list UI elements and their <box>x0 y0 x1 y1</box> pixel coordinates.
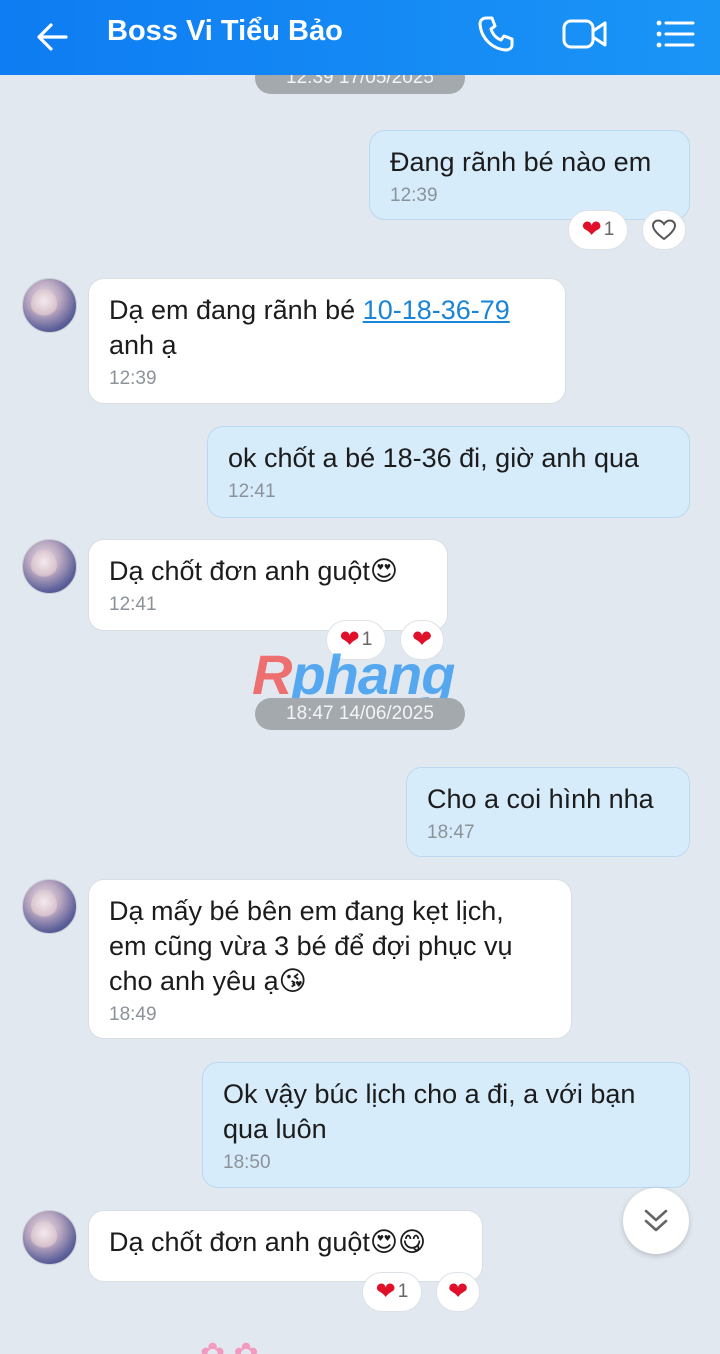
message-time: 12:41 <box>109 594 157 615</box>
message-text: ok chốt a bé 18-36 đi, giờ anh qua <box>228 443 639 473</box>
message-text: Dạ mấy bé bên em đang kẹt lịch, em cũng … <box>109 896 513 996</box>
message-text-part: Dạ em đang rãnh bé <box>109 295 363 325</box>
heart-icon: ❤ <box>447 1278 469 1305</box>
message-bubble-incoming[interactable]: Dạ mấy bé bên em đang kẹt lịch, em cũng … <box>88 879 572 1039</box>
date-separator: 18:47 14/06/2025 <box>255 698 465 730</box>
message-bubble-incoming[interactable]: Dạ em đang rãnh bé 10-18-36-79 anh ạ 12:3… <box>88 278 566 404</box>
heart-outline-icon <box>651 219 677 241</box>
react-button[interactable]: ❤ <box>436 1272 480 1312</box>
message-time: 12:39 <box>109 368 157 389</box>
chat-header: Boss Vi Tiểu Bảo <box>0 0 720 75</box>
avatar[interactable] <box>22 879 77 934</box>
message-text: Đang rãnh bé nào em <box>390 147 652 177</box>
avatar[interactable] <box>22 539 77 594</box>
reaction-summary[interactable]: ❤ 1 <box>362 1272 422 1312</box>
double-chevron-down-icon <box>644 1209 668 1232</box>
reaction-summary[interactable]: ❤ 1 <box>568 210 628 250</box>
watermark-letter: R <box>252 643 292 706</box>
avatar[interactable] <box>22 1210 77 1265</box>
phone-number-link[interactable]: 10-18-36-79 <box>363 295 510 325</box>
react-button[interactable] <box>642 210 686 250</box>
message-time: 12:39 <box>390 185 438 206</box>
chat-area[interactable]: 12:39 17/05/2025 Đang rãnh bé nào em 12:… <box>0 75 720 1354</box>
heart-icon: ❤ <box>581 216 602 243</box>
message-time: 18:49 <box>109 1004 157 1025</box>
message-bubble-outgoing[interactable]: ok chốt a bé 18-36 đi, giờ anh qua 12:41 <box>207 426 690 518</box>
contact-name[interactable]: Boss Vi Tiểu Bảo <box>107 14 343 48</box>
video-call-icon[interactable] <box>561 10 609 58</box>
message-bubble-outgoing[interactable]: Ok vậy búc lịch cho a đi, a với bạn qua … <box>202 1062 690 1188</box>
message-bubble-outgoing[interactable]: Đang rãnh bé nào em 12:39 <box>369 130 690 220</box>
message-text: Dạ chốt đơn anh guột😍😋 <box>109 1227 427 1257</box>
avatar[interactable] <box>22 278 77 333</box>
message-time: 12:41 <box>228 481 276 502</box>
watermark-logo: Rphang <box>252 643 455 706</box>
back-arrow-icon[interactable] <box>30 14 76 60</box>
message-text: Dạ chốt đơn anh guột😍 <box>109 556 399 586</box>
message-time: 18:50 <box>223 1152 271 1173</box>
heart-icon: ❤ <box>375 1278 396 1305</box>
reaction-count: 1 <box>603 219 615 240</box>
scroll-down-button[interactable] <box>623 1188 689 1254</box>
message-time: 18:47 <box>427 822 475 843</box>
phone-icon[interactable] <box>472 10 520 58</box>
decorative-sticker: ✿ ✿ <box>200 1337 259 1354</box>
message-text: Dạ em đang rãnh bé 10-18-36-79 anh ạ <box>109 293 545 363</box>
message-bubble-outgoing[interactable]: Cho a coi hình nha 18:47 <box>406 767 690 857</box>
reaction-count: 1 <box>397 1281 409 1302</box>
watermark-word: phang <box>291 643 455 706</box>
message-text: Cho a coi hình nha <box>427 784 654 814</box>
message-text: Ok vậy búc lịch cho a đi, a với bạn qua … <box>223 1079 636 1144</box>
message-bubble-incoming[interactable]: Dạ chốt đơn anh guột😍😋 <box>88 1210 483 1282</box>
date-separator: 12:39 17/05/2025 <box>255 75 465 94</box>
message-text-part: anh ạ <box>109 330 177 360</box>
message-bubble-incoming[interactable]: Dạ chốt đơn anh guột😍 12:41 <box>88 539 448 631</box>
menu-list-icon[interactable] <box>651 10 699 58</box>
